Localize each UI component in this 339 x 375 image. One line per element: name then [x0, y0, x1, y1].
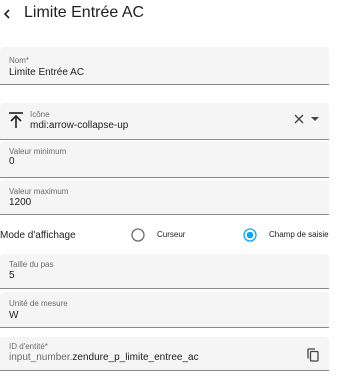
- step-size-input: 5: [9, 270, 15, 281]
- max-value-input: 1200: [9, 197, 32, 208]
- page-header: Limite Entrée AC: [0, 0, 339, 30]
- step-size-label: Taille du pas: [9, 260, 54, 269]
- entity-id-prefix: input_number.: [9, 352, 73, 363]
- radio-slider-label[interactable]: Curseur: [157, 230, 185, 239]
- page-title: Limite Entrée AC: [24, 4, 145, 21]
- name-label: Nom*: [9, 56, 30, 65]
- unit-label: Unité de mesure: [9, 299, 68, 308]
- unit-input: W: [9, 310, 19, 321]
- close-icon[interactable]: [293, 113, 305, 125]
- radio-slider[interactable]: [131, 228, 145, 242]
- entity-id-label: ID d'entité*: [9, 342, 48, 351]
- step-size-field[interactable]: Taille du pas 5: [0, 254, 329, 289]
- display-mode-label: Mode d'affichage: [0, 230, 76, 241]
- max-value-field[interactable]: Valeur maximum 1200: [0, 180, 329, 215]
- display-mode-group: Mode d'affichage Curseur Champ de saisie: [0, 222, 339, 250]
- name-value: Limite Entrée AC: [9, 67, 85, 78]
- icon-picker-field[interactable]: Icône mdi:arrow-collapse-up: [0, 103, 329, 140]
- menu-down-icon[interactable]: [311, 116, 319, 122]
- back-button[interactable]: [0, 2, 16, 26]
- unit-field[interactable]: Unité de mesure W: [0, 292, 329, 328]
- min-value-field[interactable]: Valeur minimum 0: [0, 141, 329, 178]
- copy-icon[interactable]: [307, 348, 319, 362]
- entity-id-field[interactable]: ID d'entité* input_number.zendure_p_limi…: [0, 337, 329, 371]
- radio-input-field[interactable]: [243, 228, 257, 242]
- entity-id-value: input_number.zendure_p_limite_entree_ac: [9, 352, 199, 363]
- icon-label: Icône: [30, 110, 50, 119]
- name-field[interactable]: Nom* Limite Entrée AC: [0, 47, 329, 85]
- icon-value: mdi:arrow-collapse-up: [30, 120, 129, 131]
- arrow-collapse-up-icon: [9, 112, 23, 128]
- min-value-label: Valeur minimum: [9, 147, 67, 156]
- min-value-input: 0: [9, 156, 15, 167]
- max-value-label: Valeur maximum: [9, 187, 69, 196]
- arrow-left-icon: [3, 9, 10, 19]
- radio-input-field-label[interactable]: Champ de saisie: [269, 230, 329, 239]
- entity-id-input: zendure_p_limite_entree_ac: [72, 352, 199, 363]
